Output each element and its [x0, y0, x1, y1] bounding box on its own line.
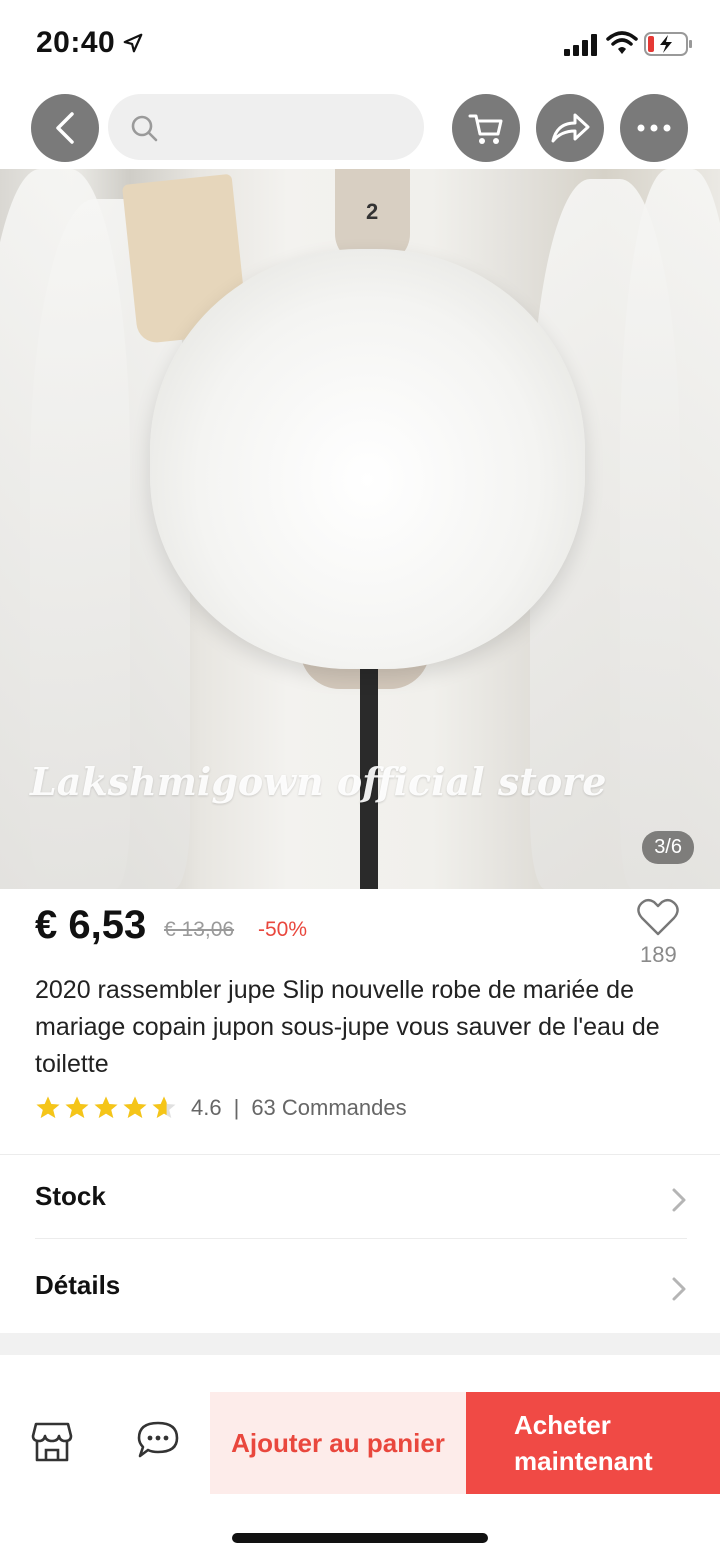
rating-row[interactable]: 4.6 | 63 Commandes: [35, 1093, 407, 1123]
star-icon: [36, 1096, 60, 1118]
discount-badge: -50%: [258, 918, 308, 941]
share-button[interactable]: [536, 94, 604, 162]
store-watermark: Lakshmigown official store: [30, 759, 607, 804]
buy-now-button[interactable]: Acheter maintenant: [466, 1392, 720, 1494]
star-icon: [123, 1096, 147, 1118]
share-icon: [551, 113, 590, 143]
signal-icon: [564, 34, 597, 56]
chevron-right-icon: [672, 1277, 686, 1301]
store-icon[interactable]: [30, 1420, 74, 1464]
original-price: € 13,06: [164, 918, 235, 941]
divider: [35, 1238, 687, 1239]
battery-icon: [644, 32, 692, 56]
star-icon: [152, 1096, 176, 1118]
rating-separator: |: [233, 1095, 240, 1120]
details-label: Détails: [35, 1270, 121, 1300]
bottom-action-bar: Ajouter au panier Acheter maintenant: [0, 1392, 720, 1494]
back-icon: [56, 112, 74, 144]
buy-now-label-line1: Acheter: [514, 1410, 611, 1440]
star-rating: [35, 1095, 177, 1121]
stock-row[interactable]: Stock: [35, 1157, 687, 1237]
search-input[interactable]: [108, 94, 424, 160]
current-price: € 6,53: [35, 903, 147, 947]
product-image[interactable]: 2 Lakshmigown official store 3/6: [0, 169, 720, 889]
back-button[interactable]: [31, 94, 99, 162]
buy-now-label-line2: maintenant: [514, 1446, 653, 1476]
background-dress: [620, 169, 720, 889]
details-row[interactable]: Détails: [35, 1246, 687, 1326]
status-time: 20:40: [36, 26, 116, 59]
more-icon: [637, 124, 671, 132]
rating-value: 4.6: [191, 1095, 222, 1120]
orders-count: 63 Commandes: [251, 1095, 407, 1120]
star-icon: [94, 1096, 118, 1118]
stock-label: Stock: [35, 1181, 106, 1211]
add-to-cart-button[interactable]: Ajouter au panier: [210, 1392, 466, 1494]
search-icon: [131, 115, 158, 142]
heart-icon[interactable]: [636, 897, 680, 937]
location-arrow-icon: [123, 33, 143, 53]
image-pager: 3/6: [642, 831, 694, 864]
chevron-right-icon: [672, 1188, 686, 1212]
star-icon: [65, 1096, 89, 1118]
wishlist-count: 189: [640, 942, 677, 967]
petticoat: [150, 249, 585, 669]
cart-icon: [468, 114, 503, 144]
product-title: 2020 rassembler jupe Slip nouvelle robe …: [35, 976, 660, 1078]
chat-icon[interactable]: [136, 1420, 180, 1460]
home-indicator[interactable]: [232, 1533, 488, 1543]
cart-button[interactable]: [452, 94, 520, 162]
wifi-icon: [606, 31, 638, 54]
section-gap: [0, 1333, 720, 1355]
status-bar: 20:40: [0, 0, 720, 88]
mannequin-number: 2: [366, 199, 379, 224]
divider: [0, 1154, 720, 1155]
top-navigation: [0, 94, 720, 162]
more-button[interactable]: [620, 94, 688, 162]
